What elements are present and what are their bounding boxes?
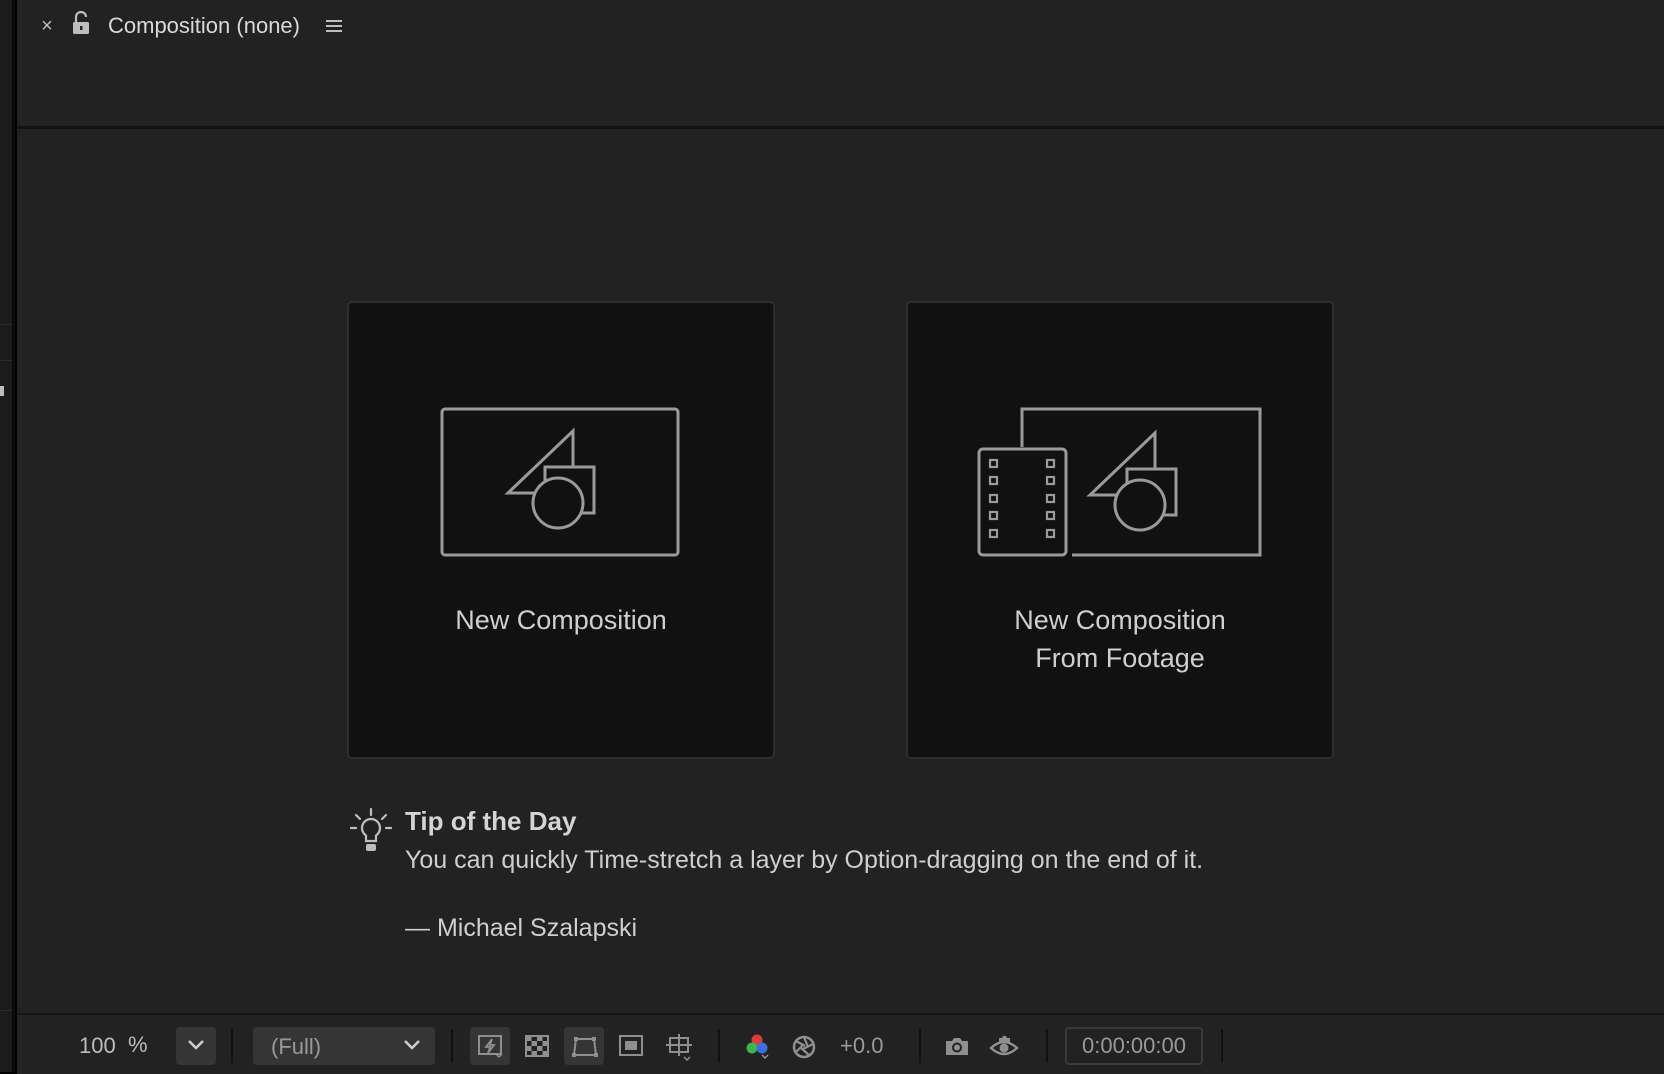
- zoom-unit: %: [128, 1032, 148, 1057]
- tip-title: Tip of the Day: [405, 806, 577, 836]
- unlock-icon[interactable]: [70, 10, 92, 41]
- chevron-down-icon: [188, 1040, 204, 1050]
- grid-guide-options-icon[interactable]: [658, 1027, 698, 1065]
- composition-panel: × Composition (none) New Composition New…: [17, 0, 1664, 1074]
- tip-author: — Michael Szalapski: [405, 914, 638, 942]
- exposure-value[interactable]: +0.0: [840, 1033, 883, 1059]
- composition-toolbar: 100 % (Full) +0.0 0:00:00:00: [17, 1013, 1664, 1074]
- toolbar-divider: [231, 1029, 233, 1063]
- lightbulb-icon: [349, 807, 393, 859]
- footage-film-icon: [977, 407, 1262, 557]
- transparency-grid-icon[interactable]: [517, 1027, 557, 1065]
- panel-edge-divider: [0, 360, 12, 361]
- tip-body: You can quickly Time-stretch a layer by …: [405, 846, 1204, 874]
- zoom-dropdown-button[interactable]: [176, 1027, 216, 1065]
- toolbar-divider: [718, 1029, 720, 1063]
- color-channels-icon[interactable]: [736, 1027, 776, 1065]
- new-composition-button[interactable]: New Composition: [347, 301, 775, 759]
- composition-shapes-icon: [440, 407, 680, 557]
- toolbar-divider: [451, 1029, 453, 1063]
- new-composition-from-footage-button[interactable]: New Composition From Footage: [906, 301, 1334, 759]
- reset-exposure-icon[interactable]: [783, 1027, 823, 1065]
- toolbar-divider: [919, 1029, 921, 1063]
- panel-tab-bar: × Composition (none): [17, 0, 1664, 129]
- new-composition-from-footage-label-line1: New Composition: [1014, 605, 1226, 635]
- panel-edge-divider: [0, 1010, 12, 1011]
- timecode-display[interactable]: 0:00:00:00: [1065, 1027, 1203, 1065]
- region-of-interest-icon[interactable]: [611, 1027, 651, 1065]
- toolbar-divider: [1221, 1029, 1223, 1063]
- show-snapshot-icon[interactable]: [982, 1027, 1022, 1065]
- close-icon[interactable]: ×: [37, 15, 57, 37]
- fast-previews-icon[interactable]: [470, 1027, 510, 1065]
- zoom-value[interactable]: 100: [79, 1033, 116, 1059]
- chevron-down-icon: [404, 1040, 420, 1050]
- left-panel-edge: [0, 0, 15, 1072]
- camera-snapshot-icon[interactable]: [936, 1027, 976, 1065]
- resolution-value: (Full): [271, 1034, 322, 1059]
- panel-resize-handle[interactable]: [0, 386, 4, 396]
- mask-path-visibility-icon[interactable]: [564, 1027, 604, 1065]
- panel-edge-divider: [0, 324, 12, 325]
- tab-title[interactable]: Composition (none): [108, 13, 300, 39]
- toolbar-divider: [1046, 1029, 1048, 1063]
- new-composition-from-footage-label-line2: From Footage: [1035, 643, 1205, 673]
- resolution-dropdown[interactable]: (Full): [253, 1027, 435, 1065]
- new-composition-label: New Composition: [455, 605, 667, 635]
- hamburger-menu-icon[interactable]: [324, 17, 344, 40]
